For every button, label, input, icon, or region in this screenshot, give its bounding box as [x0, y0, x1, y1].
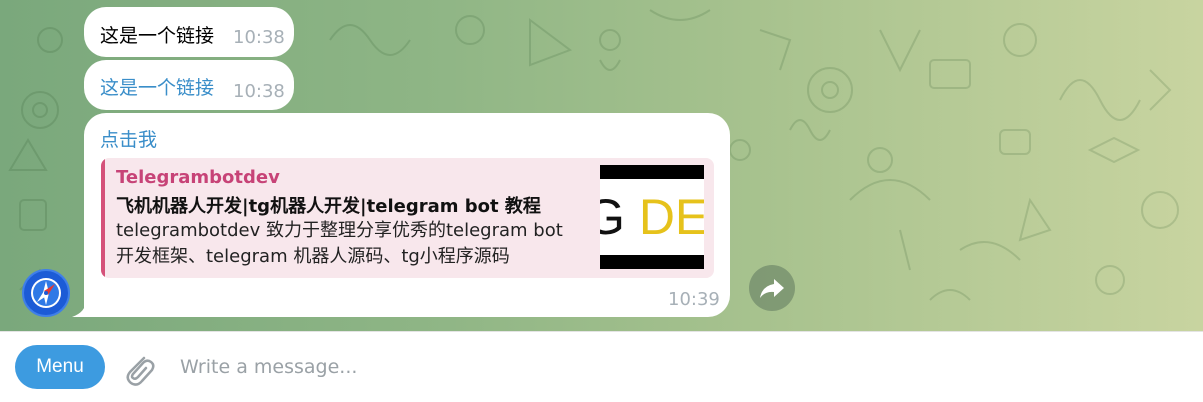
preview-accent-bar — [101, 158, 105, 278]
message-link-text[interactable]: 这是一个链接 — [100, 73, 214, 100]
message-time: 10:38 — [233, 27, 285, 48]
message-time: 10:39 — [668, 289, 720, 310]
menu-button[interactable]: Menu — [15, 345, 105, 389]
chat-background: 这是一个链接 10:38 这是一个链接 10:38 点击我 10:39 Tele… — [0, 0, 1203, 331]
message-input[interactable] — [180, 350, 1080, 384]
message-time: 10:38 — [233, 81, 285, 102]
preview-title: 飞机机器人开发|tg机器人开发|telegram bot 教程 — [116, 196, 541, 217]
message-link-text[interactable]: 点击我 — [100, 125, 157, 152]
share-button[interactable] — [749, 265, 795, 311]
message-bubble[interactable]: 这是一个链接 10:38 — [84, 7, 294, 57]
message-bubble[interactable]: 这是一个链接 10:38 — [84, 60, 294, 110]
message-composer: Menu — [0, 331, 1203, 402]
thumbnail-logo-text: G DEV — [600, 179, 704, 255]
share-arrow-icon — [760, 279, 784, 298]
link-preview-card[interactable]: Telegrambotdev 飞机机器人开发|tg机器人开发|telegram … — [101, 158, 714, 278]
message-text: 这是一个链接 — [100, 25, 215, 47]
bot-avatar[interactable] — [22, 269, 70, 317]
attach-button[interactable] — [120, 350, 156, 388]
preview-thumbnail[interactable]: G DEV — [600, 165, 704, 269]
paperclip-icon — [126, 356, 155, 386]
preview-site-name: Telegrambotdev — [116, 167, 280, 188]
bubble-tail — [72, 300, 92, 317]
compass-avatar-icon — [31, 278, 61, 308]
preview-description: telegrambotdev 致力于整理分享优秀的telegram bot 开发… — [116, 220, 563, 267]
